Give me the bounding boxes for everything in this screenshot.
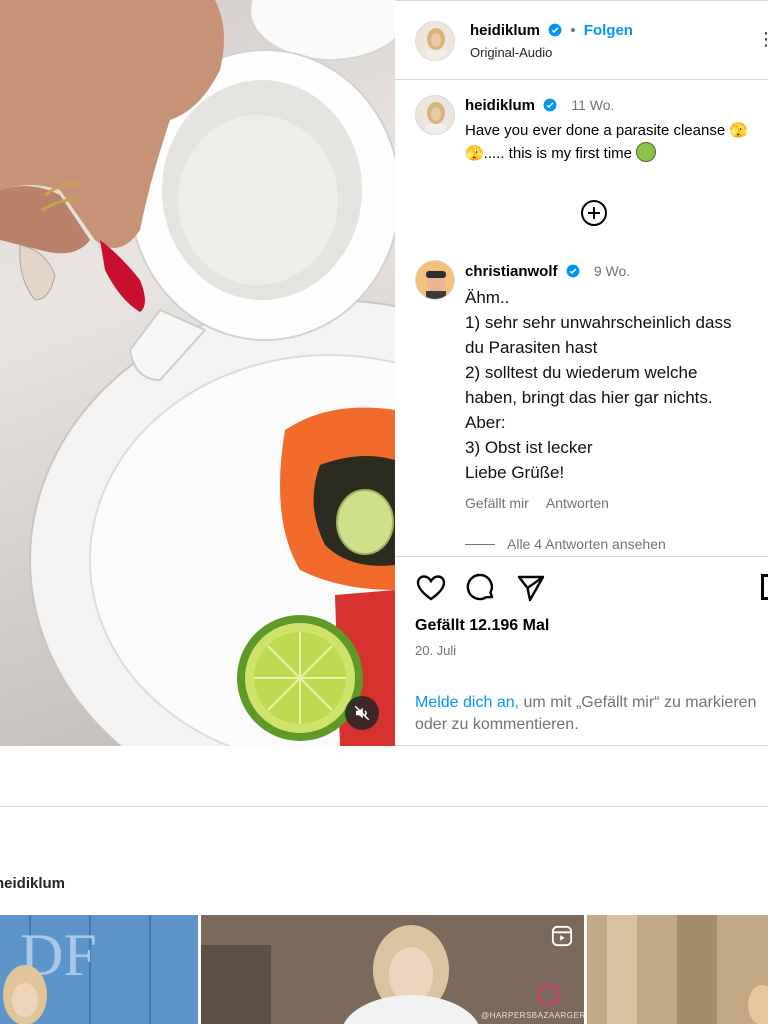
author-line: heidiklum • Folgen <box>470 22 633 39</box>
action-icons <box>415 572 547 604</box>
more-post-thumbnail[interactable]: DF <box>0 915 198 1024</box>
verified-badge-icon <box>543 98 557 112</box>
comment-line: du Parasiten hast <box>465 338 598 357</box>
more-options-icon[interactable]: ⋮ <box>757 29 768 50</box>
thumbnail-watermark: @HARPERSBAZAARGERMANY <box>481 1011 584 1020</box>
comment-like-button[interactable]: Gefällt mir <box>465 495 529 511</box>
instagram-logo-icon <box>538 985 558 1005</box>
comment-bubble-icon[interactable] <box>465 572 497 604</box>
comment-line: 1) sehr sehr unwahrscheinlich dass <box>465 313 732 332</box>
post-sidebar: heidiklum • Folgen Original-Audio ⋮ heid… <box>395 0 768 746</box>
avatar-photo <box>416 22 454 60</box>
comment-line: haben, bringt das hier gar nichts. <box>465 388 713 407</box>
comment-line: Aber: <box>465 413 506 432</box>
view-replies-label: Alle 4 Antworten ansehen <box>507 536 666 552</box>
caption-username[interactable]: heidiklum <box>465 97 535 114</box>
commenter-avatar[interactable] <box>415 260 455 300</box>
login-link[interactable]: Melde dich an <box>415 694 515 711</box>
heart-icon[interactable] <box>415 572 447 604</box>
comment-line: Liebe Grüße! <box>465 463 565 482</box>
post-media[interactable] <box>0 0 395 746</box>
caption-body: Have you ever done a parasite cleanse 🫣🫣… <box>465 122 749 162</box>
comment-timestamp[interactable]: 9 Wo. <box>594 263 630 279</box>
comment-username[interactable]: christianwolf <box>465 263 558 280</box>
login-prompt: Melde dich an, um mit „Gefällt mir“ zu m… <box>415 692 768 736</box>
post-header: heidiklum • Folgen Original-Audio ⋮ <box>395 1 768 80</box>
load-more-comments-icon[interactable] <box>579 198 609 228</box>
share-send-icon[interactable] <box>515 572 547 604</box>
comment-actions: Gefällt mir Antworten <box>465 495 623 511</box>
follow-button[interactable]: Folgen <box>584 22 633 39</box>
more-post-thumbnail[interactable]: @HARPERSBAZAARGERMANY <box>201 915 584 1024</box>
comment-author-line: christianwolf 9 Wo. <box>465 263 630 280</box>
avatar-photo <box>416 261 454 299</box>
comment-text: Ähm.. 1) sehr sehr unwahrscheinlich dass… <box>465 285 768 485</box>
mute-button[interactable] <box>345 696 379 730</box>
muted-speaker-icon <box>354 705 370 721</box>
avatar-photo <box>416 96 454 134</box>
author-username[interactable]: heidiklum <box>470 22 540 39</box>
like-count[interactable]: Gefällt 12.196 Mal <box>415 617 549 635</box>
comment-line: 2) solltest du wiederum welche <box>465 363 698 382</box>
separator-dot: • <box>570 22 576 39</box>
thumbnail-photo <box>201 915 584 1024</box>
caption-timestamp[interactable]: 11 Wo. <box>571 97 614 113</box>
bookmark-icon[interactable] <box>761 574 768 600</box>
verified-badge-icon <box>566 264 580 278</box>
more-post-thumbnail[interactable] <box>587 915 768 1024</box>
food-photo <box>0 0 395 746</box>
thumbnail-photo <box>587 915 768 1024</box>
author-avatar[interactable] <box>415 21 455 61</box>
caption-text: Have you ever done a parasite cleanse 🫣🫣… <box>465 119 765 165</box>
verified-badge-icon <box>548 23 562 37</box>
section-divider <box>0 806 768 807</box>
view-replies-button[interactable]: Alle 4 Antworten ansehen <box>465 536 666 552</box>
more-posts-title[interactable]: heidiklum <box>0 875 65 892</box>
post-actions: Gefällt 12.196 Mal 20. Juli Melde dich a… <box>395 556 768 747</box>
thumbnail-photo: DF <box>0 915 198 1024</box>
caption-avatar[interactable] <box>415 95 455 135</box>
reel-icon <box>551 925 573 947</box>
comment-reply-button[interactable]: Antworten <box>546 495 609 511</box>
post-date[interactable]: 20. Juli <box>415 643 456 658</box>
comment-line: 3) Obst ist lecker <box>465 438 593 457</box>
caption-author-line: heidiklum 11 Wo. <box>465 97 614 114</box>
nauseated-face-emoji-icon <box>636 142 657 162</box>
comment-line: Ähm.. <box>465 288 510 307</box>
audio-label[interactable]: Original-Audio <box>470 45 552 60</box>
replies-divider-line <box>465 543 495 545</box>
